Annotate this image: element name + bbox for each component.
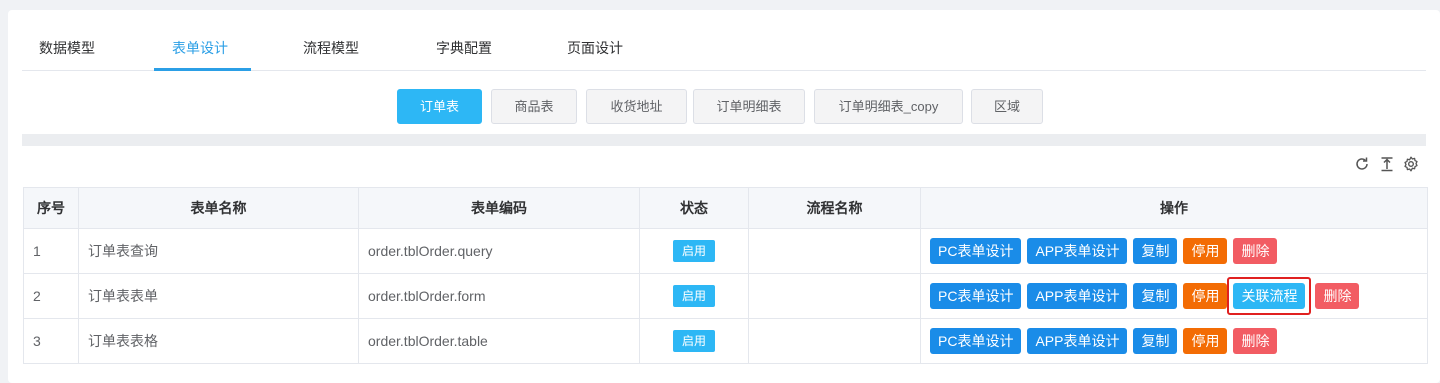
link-flow-button[interactable]: 关联流程 bbox=[1233, 283, 1306, 309]
tab-dict-config[interactable]: 字典配置 bbox=[436, 38, 492, 58]
subtab-order-detail-copy[interactable]: 订单明细表_copy bbox=[814, 89, 963, 124]
form-table: 序号 表单名称 表单编码 状态 流程名称 操作 1 订单表查询 order.tb… bbox=[23, 187, 1428, 364]
pc-design-button[interactable]: PC表单设计 bbox=[930, 328, 1022, 354]
tab-data-model[interactable]: 数据模型 bbox=[39, 38, 95, 58]
pc-design-button[interactable]: PC表单设计 bbox=[930, 238, 1022, 264]
tab-form-design[interactable]: 表单设计 bbox=[172, 38, 228, 58]
row-status-cell: 启用 bbox=[639, 273, 749, 319]
delete-button[interactable]: 删除 bbox=[1233, 328, 1278, 354]
row-index: 2 bbox=[23, 273, 79, 319]
subtab-region[interactable]: 区域 bbox=[971, 89, 1043, 124]
copy-button[interactable]: 复制 bbox=[1133, 238, 1178, 264]
row-name: 订单表表单 bbox=[78, 273, 359, 319]
module-tabs: 数据模型 表单设计 流程模型 字典配置 页面设计 bbox=[22, 10, 1426, 71]
header-flow-name: 流程名称 bbox=[748, 187, 921, 229]
row-actions: PC表单设计 APP表单设计 复制 停用 删除 bbox=[920, 318, 1428, 364]
row-flow-name bbox=[748, 273, 921, 319]
header-code: 表单编码 bbox=[358, 187, 640, 229]
row-flow-name bbox=[748, 318, 921, 364]
content-card: 数据模型 表单设计 流程模型 字典配置 页面设计 订单表 商品表 收货地址 订单… bbox=[8, 10, 1440, 383]
status-badge: 启用 bbox=[672, 285, 715, 307]
table-row: 2 订单表表单 order.tblOrder.form 启用 PC表单设计 APP… bbox=[23, 273, 1428, 319]
subtab-address[interactable]: 收货地址 bbox=[586, 89, 687, 124]
delete-button[interactable]: 删除 bbox=[1315, 283, 1360, 309]
row-flow-name bbox=[748, 228, 921, 274]
refresh-icon[interactable] bbox=[1354, 156, 1370, 172]
row-actions: PC表单设计 APP表单设计 复制 停用 关联流程 删除 bbox=[920, 273, 1428, 319]
app-design-button[interactable]: APP表单设计 bbox=[1027, 283, 1128, 309]
table-header-row: 序号 表单名称 表单编码 状态 流程名称 操作 bbox=[23, 187, 1428, 229]
table-row: 1 订单表查询 order.tblOrder.query 启用 PC表单设计 AP… bbox=[23, 228, 1428, 274]
row-code: order.tblOrder.table bbox=[358, 318, 640, 364]
row-index: 3 bbox=[23, 318, 79, 364]
row-index: 1 bbox=[23, 228, 79, 274]
tab-flow-model[interactable]: 流程模型 bbox=[303, 38, 359, 58]
status-badge: 启用 bbox=[672, 330, 715, 352]
delete-button[interactable]: 删除 bbox=[1233, 238, 1278, 264]
row-actions: PC表单设计 APP表单设计 复制 停用 删除 bbox=[920, 228, 1428, 274]
subtab-order-detail[interactable]: 订单明细表 bbox=[693, 89, 805, 124]
table-selector: 订单表 商品表 收货地址 订单明细表 订单明细表_copy 区域 bbox=[8, 89, 1440, 125]
header-index: 序号 bbox=[23, 187, 79, 229]
header-actions: 操作 bbox=[920, 187, 1428, 229]
row-status-cell: 启用 bbox=[639, 318, 749, 364]
settings-icon[interactable] bbox=[1403, 156, 1419, 172]
disable-button[interactable]: 停用 bbox=[1183, 238, 1228, 264]
row-name: 订单表查询 bbox=[78, 228, 359, 274]
copy-button[interactable]: 复制 bbox=[1133, 283, 1178, 309]
copy-button[interactable]: 复制 bbox=[1133, 328, 1178, 354]
highlight-box: 关联流程 bbox=[1227, 277, 1312, 315]
pc-design-button[interactable]: PC表单设计 bbox=[930, 283, 1022, 309]
subtab-order[interactable]: 订单表 bbox=[397, 89, 482, 124]
disable-button[interactable]: 停用 bbox=[1183, 328, 1228, 354]
app-design-button[interactable]: APP表单设计 bbox=[1027, 238, 1128, 264]
table-row: 3 订单表表格 order.tblOrder.table 启用 PC表单设计 AP… bbox=[23, 318, 1428, 364]
header-name: 表单名称 bbox=[78, 187, 359, 229]
row-code: order.tblOrder.query bbox=[358, 228, 640, 274]
divider-band bbox=[22, 134, 1426, 146]
app-design-button[interactable]: APP表单设计 bbox=[1027, 328, 1128, 354]
row-name: 订单表表格 bbox=[78, 318, 359, 364]
row-code: order.tblOrder.form bbox=[358, 273, 640, 319]
disable-button[interactable]: 停用 bbox=[1183, 283, 1228, 309]
row-status-cell: 启用 bbox=[639, 228, 749, 274]
active-tab-indicator bbox=[154, 68, 251, 71]
subtab-product[interactable]: 商品表 bbox=[491, 89, 577, 124]
export-icon[interactable] bbox=[1379, 156, 1395, 172]
tab-page-design[interactable]: 页面设计 bbox=[567, 38, 623, 58]
status-badge: 启用 bbox=[672, 240, 715, 262]
header-status: 状态 bbox=[639, 187, 749, 229]
